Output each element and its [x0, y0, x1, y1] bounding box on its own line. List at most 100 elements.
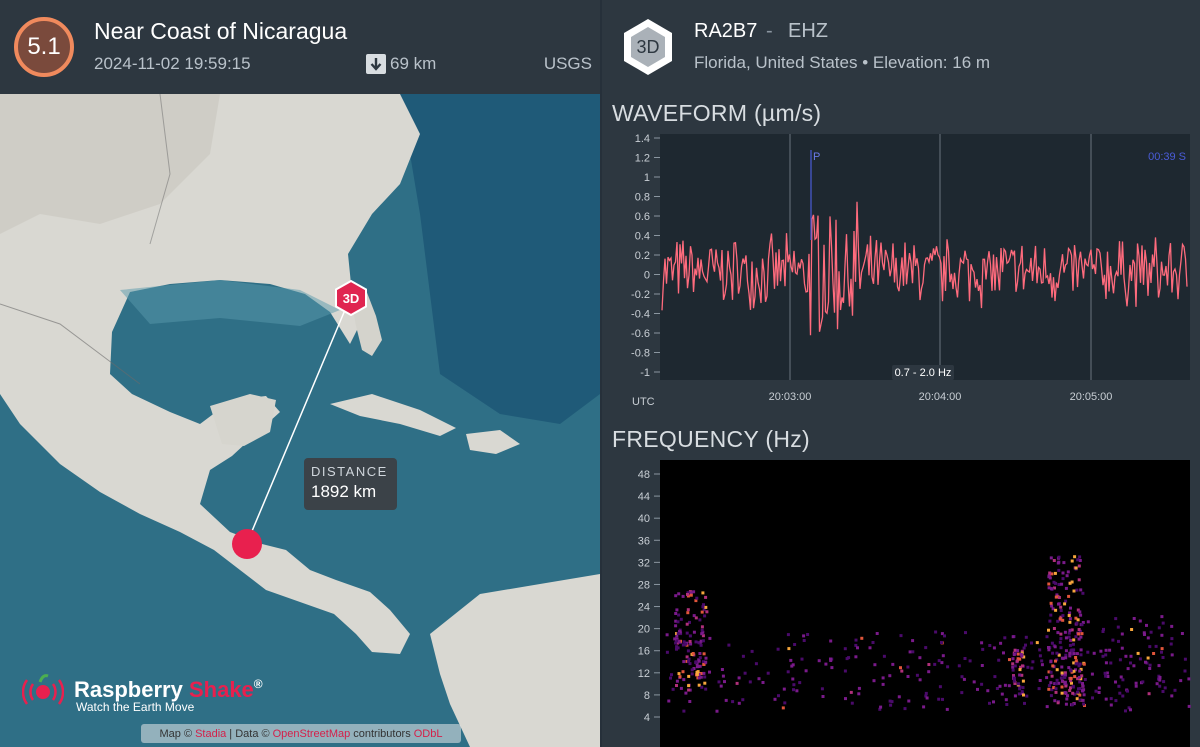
- spectrogram-cell: [1124, 709, 1127, 713]
- spectrogram-cell: [1016, 649, 1020, 653]
- frequency-y-tick: 48: [638, 469, 650, 481]
- spectrogram-cell: [1074, 656, 1078, 659]
- spectrogram-cell: [686, 593, 689, 596]
- attribution-link-odbl[interactable]: ODbL: [414, 728, 443, 740]
- spectrogram-cell: [1064, 586, 1068, 590]
- spectrogram-cell: [795, 689, 799, 693]
- spectrogram-cell: [1072, 648, 1076, 652]
- spectrogram-cell: [1157, 626, 1161, 630]
- spectrogram-cell: [1070, 703, 1074, 707]
- spectrogram-cell: [1161, 656, 1165, 659]
- spectrogram-cell: [915, 673, 919, 677]
- spectrogram-cell: [1068, 620, 1072, 624]
- spectrogram-cell: [875, 632, 879, 635]
- spectrogram-cell: [688, 700, 692, 703]
- spectrogram-cell: [702, 671, 706, 675]
- spectrogram-cell: [1048, 576, 1052, 580]
- spectrogram-cell: [1094, 689, 1098, 693]
- waveform-chart[interactable]: 1.4 1.2 1 0.8 0.6 0.4 0.2 0 -0.2 -0.4 -0.6 -0.8 -1 2…: [602, 0, 1200, 747]
- attribution-link-stadia[interactable]: Stadia: [195, 728, 226, 740]
- spectrogram-cell: [934, 630, 938, 634]
- spectrogram-cell: [677, 672, 681, 676]
- spectrogram-cell: [682, 678, 686, 682]
- spectrogram-cell: [699, 643, 703, 647]
- spectrogram-cell: [906, 665, 910, 669]
- spectrogram-cell: [700, 625, 704, 629]
- spectrogram-cell: [1078, 680, 1082, 684]
- spectrogram-cell: [1063, 630, 1067, 634]
- spectrogram-cell: [670, 673, 673, 677]
- spectrogram-cell: [1052, 627, 1056, 630]
- spectrogram-cell: [1063, 602, 1067, 606]
- spectrogram-cell: [992, 700, 995, 704]
- waveform-y-tick: -0.8: [631, 348, 650, 360]
- spectrogram-cell: [1077, 564, 1081, 568]
- spectrogram-cell: [1071, 684, 1075, 688]
- spectrogram-cell: [1050, 604, 1054, 608]
- spectrogram-cell: [1054, 682, 1058, 686]
- spectrogram-cell: [702, 652, 706, 656]
- spectrogram-cell: [698, 664, 702, 668]
- waveform-y-tick: 1: [644, 172, 650, 184]
- spectrogram-cell: [1045, 635, 1049, 639]
- spectrogram-cell: [1063, 675, 1067, 679]
- spectrogram-cell: [849, 690, 853, 694]
- spectrogram-cell: [1114, 699, 1118, 703]
- spectrogram-cell: [938, 685, 942, 689]
- spectrogram-cell: [700, 632, 704, 636]
- spectrogram-cell: [1070, 559, 1074, 563]
- spectrogram-cell: [677, 613, 681, 617]
- spectrogram-cell: [1082, 662, 1086, 666]
- spectrogram-cell: [789, 658, 793, 662]
- spectrogram-cell: [1173, 688, 1177, 692]
- station-marker-icon[interactable]: 3D: [333, 279, 369, 317]
- waveform-y-tick: 0.6: [635, 211, 650, 223]
- spectrogram-cell: [1013, 664, 1017, 668]
- spectrogram-cell: [941, 697, 944, 701]
- spectrogram-cell: [1077, 632, 1081, 636]
- map-view[interactable]: 3D DISTANCE 1892 km: [0, 94, 600, 747]
- spectrogram-cell: [681, 594, 685, 598]
- spectrogram-cell: [997, 658, 1001, 662]
- spectrogram-cell: [1158, 678, 1162, 682]
- spectrogram-cell: [681, 643, 685, 647]
- spectrogram-cell: [1121, 678, 1125, 682]
- spectrogram-cell: [697, 683, 701, 687]
- spectrogram-cell: [1059, 605, 1063, 609]
- spectrogram-cell: [766, 671, 770, 675]
- frequency-y-tick: 4: [644, 712, 650, 724]
- spectrogram-cell: [1146, 636, 1150, 640]
- waveform-y-tick: -0.2: [631, 289, 650, 301]
- spectrogram-cell: [694, 661, 698, 664]
- spectrogram-cell: [673, 637, 677, 641]
- epicenter-marker[interactable]: [232, 529, 262, 559]
- spectrogram-cell: [972, 680, 976, 684]
- spectrogram-cell: [1183, 657, 1187, 661]
- waveform-x-tick: 20:04:00: [919, 391, 962, 403]
- spectrogram-cell: [1091, 696, 1094, 700]
- spectrogram-cell: [675, 634, 679, 638]
- spectrogram-cell: [1057, 596, 1061, 599]
- event-source[interactable]: USGS: [544, 54, 592, 74]
- spectrogram-cell: [1069, 686, 1072, 690]
- spectrogram-cell: [925, 696, 929, 700]
- spectrogram-cell: [1038, 679, 1042, 682]
- waveform-y-tick: 1.4: [635, 133, 650, 145]
- spectrogram-cell: [927, 663, 931, 666]
- spectrogram-cell: [1057, 555, 1061, 559]
- spectrogram-cell: [899, 634, 903, 638]
- spectrogram-cell: [786, 633, 790, 637]
- spectrogram-cell: [1080, 689, 1084, 693]
- spectrogram-cell: [881, 682, 885, 686]
- spectrogram-cell: [1073, 555, 1077, 559]
- event-title[interactable]: Near Coast of Nicaragua: [94, 18, 347, 45]
- spectrogram-cell: [1109, 697, 1113, 701]
- spectrogram-cell: [1130, 628, 1134, 631]
- spectrogram-cell: [1059, 637, 1063, 641]
- utc-label: UTC: [632, 396, 655, 408]
- spectrogram-cell: [962, 677, 966, 681]
- spectrogram-cell: [1179, 679, 1183, 683]
- spectrogram-cell: [787, 647, 791, 651]
- spectrogram-cell: [1169, 642, 1173, 646]
- attribution-link-osm[interactable]: OpenStreetMap: [273, 728, 351, 740]
